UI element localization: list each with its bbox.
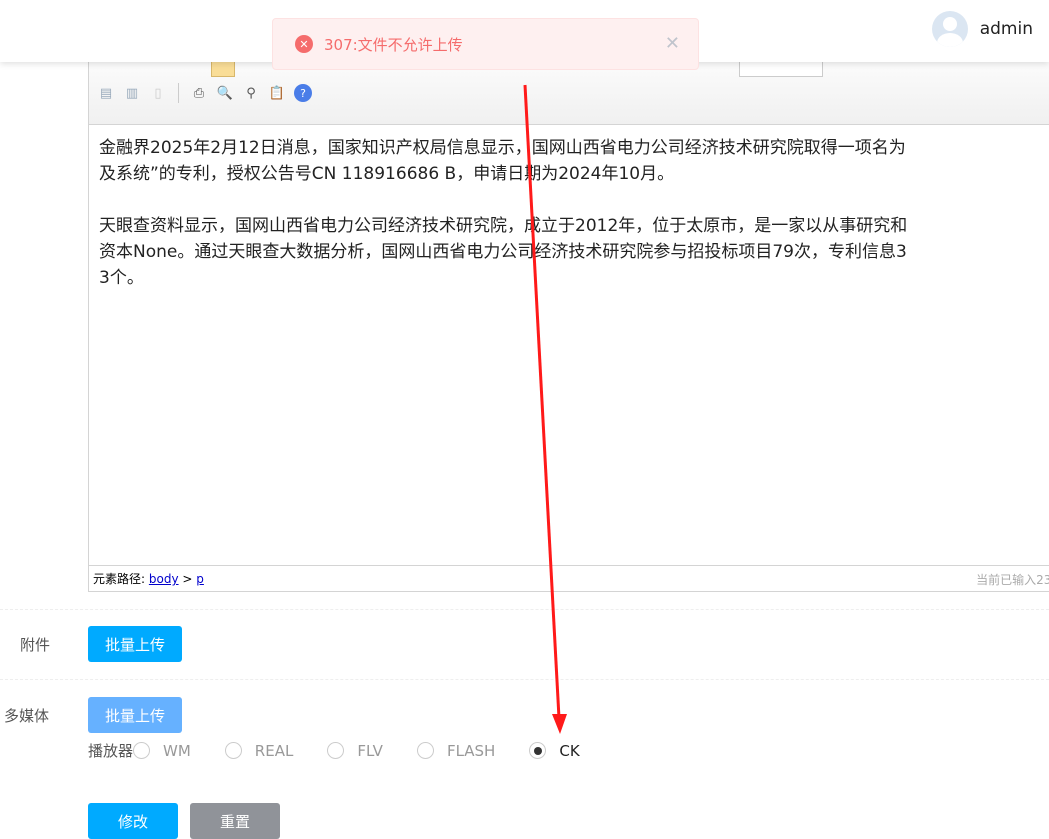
attachment-upload-button[interactable]: 批量上传 bbox=[88, 626, 182, 662]
text-line: 天眼查资料显示，国网山西省电力公司经济技术研究院，成立于2012年，位于太原市，… bbox=[99, 216, 908, 236]
chart-icon[interactable]: ▯ bbox=[149, 84, 167, 102]
text-line: 金融界2025年2月12日消息，国家知识产权局信息显示，国网山西省电力公司经济技… bbox=[99, 138, 906, 158]
error-icon: ✕ bbox=[295, 35, 313, 53]
radio-real[interactable]: REAL bbox=[224, 741, 294, 760]
table-rows-icon[interactable]: ▤ bbox=[97, 84, 115, 102]
text-line: 3个。 bbox=[99, 268, 144, 288]
paragraph: 金融界2025年2月12日消息，国家知识产权局信息显示，国网山西省电力公司经济技… bbox=[99, 135, 1049, 187]
print-icon[interactable]: ⎙ bbox=[190, 84, 208, 102]
reset-button[interactable]: 重置 bbox=[190, 803, 280, 839]
help-icon[interactable]: ? bbox=[294, 84, 312, 102]
radio-circle[interactable] bbox=[416, 742, 434, 759]
rich-text-editor: ▤ ▥ ▯ ⎙ 🔍 ⚲ 📋 ? 金融界2025年2月12日消息，国家知识产权局信… bbox=[88, 40, 1049, 592]
preview-icon[interactable]: 🔍 bbox=[216, 84, 234, 102]
text-line: 资本None。通过天眼查大数据分析，国网山西省电力公司经济技术研究院参与招投标项… bbox=[99, 242, 907, 262]
error-toast: ✕ 307:文件不允许上传 ✕ bbox=[272, 18, 699, 70]
radio-flv[interactable]: FLV bbox=[327, 742, 383, 760]
radio-label: WM bbox=[163, 741, 191, 760]
radio-label: FLV bbox=[357, 741, 383, 760]
char-count: 当前已输入238 bbox=[976, 573, 1049, 587]
submit-button[interactable]: 修改 bbox=[88, 803, 178, 839]
radio-label: FLASH bbox=[446, 741, 496, 760]
paste-icon[interactable]: 📋 bbox=[268, 84, 286, 102]
radio-label: CK bbox=[559, 741, 580, 760]
media-label: 多媒体 bbox=[4, 707, 50, 725]
text-line: 及系统”的专利，授权公告号CN 118916686 B，申请日期为2024年10… bbox=[99, 164, 675, 184]
avatar bbox=[931, 11, 968, 47]
player-label: 播放器 bbox=[88, 742, 134, 760]
path-label: 元素路径: bbox=[93, 572, 146, 586]
radio-flash[interactable]: FLASH bbox=[416, 741, 496, 760]
toast-message: 307:文件不允许上传 bbox=[324, 35, 463, 54]
user-menu[interactable]: admin bbox=[931, 11, 1033, 47]
arrow-head bbox=[552, 714, 567, 734]
editor-status-bar: 元素路径: body > p 当前已输入238 bbox=[89, 565, 1049, 591]
player-radio-group: 播放器 WM REAL FLV FLASH CK bbox=[88, 740, 614, 761]
username: admin bbox=[979, 19, 1033, 39]
radio-circle[interactable] bbox=[133, 742, 151, 759]
attachment-label: 附件 bbox=[20, 636, 51, 654]
close-icon[interactable]: ✕ bbox=[665, 33, 680, 54]
divider bbox=[0, 679, 1049, 680]
divider bbox=[0, 609, 1049, 610]
toolbar-divider bbox=[178, 83, 179, 103]
path-separator: > bbox=[182, 572, 193, 586]
paragraph: 天眼查资料显示，国网山西省电力公司经济技术研究院，成立于2012年，位于太原市，… bbox=[99, 213, 1049, 291]
table-cols-icon[interactable]: ▥ bbox=[123, 84, 141, 102]
editor-content[interactable]: 金融界2025年2月12日消息，国家知识产权局信息显示，国网山西省电力公司经济技… bbox=[89, 125, 1049, 565]
path-body-link[interactable]: body bbox=[149, 572, 179, 586]
radio-wm[interactable]: WM bbox=[133, 742, 191, 760]
media-upload-button[interactable]: 批量上传 bbox=[88, 697, 182, 733]
radio-label: REAL bbox=[254, 741, 294, 760]
radio-circle[interactable] bbox=[224, 742, 242, 759]
search-replace-icon[interactable]: ⚲ bbox=[242, 84, 260, 102]
radio-circle[interactable] bbox=[327, 742, 345, 759]
path-p-link[interactable]: p bbox=[196, 572, 204, 586]
radio-ck[interactable]: CK bbox=[529, 741, 580, 760]
radio-circle-selected[interactable] bbox=[529, 742, 547, 759]
